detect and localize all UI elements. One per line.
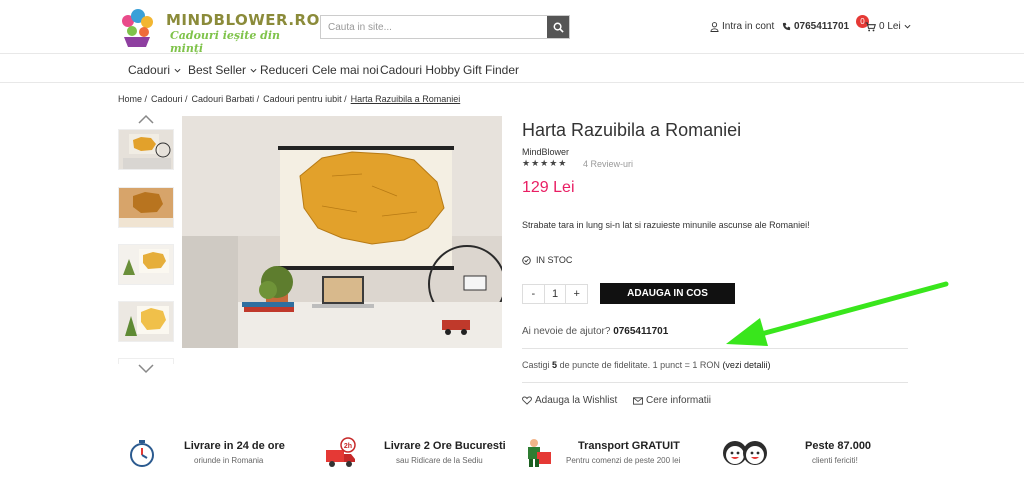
loyalty-info: Castigi 5 de puncte de fidelitate. 1 pun… — [522, 360, 770, 370]
search-icon — [553, 22, 564, 33]
delivery-truck-icon: 2h — [326, 437, 356, 467]
breadcrumb-item[interactable]: Cadouri pentru iubit / — [263, 94, 347, 104]
breadcrumb: Home / Cadouri / Cadouri Barbati / Cadou… — [118, 94, 460, 104]
search-input[interactable] — [321, 16, 547, 38]
gallery-thumbnail[interactable] — [118, 129, 174, 170]
logo-mark-icon — [122, 9, 153, 47]
quantity-stepper: - 1 + — [522, 284, 588, 304]
phone-icon — [782, 22, 791, 31]
divider — [522, 382, 908, 383]
help-phone-link[interactable]: 0765411701 — [613, 326, 668, 337]
site-logo[interactable]: MINDBLOWER.RO Cadouri ieșite din minți — [116, 7, 319, 55]
stock-status: IN STOC — [522, 255, 572, 265]
loyalty-points: 5 — [552, 360, 558, 370]
mail-icon — [633, 396, 643, 405]
happy-clients-icon — [723, 441, 767, 465]
courier-icon — [528, 439, 551, 467]
site-header: MINDBLOWER.RO Cadouri ieșite din minți I… — [0, 0, 1024, 55]
qty-decrease-button[interactable]: - — [523, 285, 544, 303]
help-text: Ai nevoie de ajutor? — [522, 326, 611, 337]
qty-input[interactable]: 1 — [543, 285, 567, 303]
loyalty-text: de puncte de fidelitate. 1 punct = 1 RON — [559, 360, 720, 370]
feature-delivery-2h: 2h Livrare 2 Ore Bucuresti sau Ridicare … — [324, 436, 514, 472]
thumbnail-image — [119, 245, 173, 284]
nav-item-label: Cele mai noi — [312, 63, 379, 77]
nav-item-label: Gift Finder — [463, 63, 520, 77]
reviews-link[interactable]: 4 Review-uri — [583, 159, 633, 169]
breadcrumb-current[interactable]: Harta Razuibila a Romaniei — [351, 94, 461, 104]
nav-item-cele-mai-noi[interactable]: Cele mai noi — [312, 63, 379, 77]
request-info-label: Cere informatii — [646, 395, 712, 406]
gallery-thumbnail[interactable] — [118, 187, 174, 228]
feature-subtitle: sau Ridicare de la Sediu — [396, 456, 483, 465]
feature-title: Peste 87.000 — [805, 440, 872, 452]
product-description: Strabate tara in lung si-n lat si razuie… — [522, 220, 810, 230]
chevron-down-icon — [174, 68, 181, 73]
loyalty-pre: Castigi — [522, 360, 550, 370]
nav-item-reduceri[interactable]: Reduceri — [260, 63, 308, 77]
product-photo — [182, 116, 502, 348]
thumbnail-image — [119, 188, 173, 227]
thumbnail-image — [119, 302, 173, 341]
feature-title: Livrare 2 Ore Bucuresti — [384, 440, 506, 452]
nav-item-cadouri-hobby[interactable]: Cadouri Hobby — [380, 63, 460, 77]
wishlist-label: Adauga la Wishlist — [535, 395, 618, 406]
rating-stars: ★★★★★ — [522, 158, 568, 168]
gallery-thumbnail[interactable] — [118, 244, 174, 285]
chevron-down-icon[interactable] — [138, 364, 154, 374]
thumbnail-image — [119, 130, 173, 169]
product-brand[interactable]: MindBlower — [522, 147, 569, 157]
feature-title: Livrare in 24 de ore — [184, 440, 285, 452]
feature-delivery-24h: Livrare in 24 de ore oriunde in Romania — [126, 436, 296, 472]
login-label: Intra in cont — [722, 21, 775, 32]
product-price: 129 Lei — [522, 179, 575, 196]
heart-icon — [522, 396, 532, 405]
chevron-up-icon[interactable] — [138, 114, 154, 124]
qty-increase-button[interactable]: + — [566, 285, 587, 303]
nav-item-label: Reduceri — [260, 63, 309, 77]
cart-icon — [865, 21, 876, 31]
annotation-arrow-icon — [726, 281, 949, 346]
chevron-down-icon — [250, 68, 257, 73]
feature-title: Transport GRATUIT — [578, 440, 680, 452]
loyalty-details-link[interactable]: (vezi detalii) — [722, 360, 770, 370]
cart-link[interactable]: 0 Lei — [865, 21, 911, 32]
breadcrumb-item[interactable]: Home / — [118, 94, 147, 104]
feature-happy-clients: Peste 87.000 clienti fericiti! — [720, 436, 880, 472]
breadcrumb-item[interactable]: Cadouri / — [151, 94, 188, 104]
feature-subtitle: clienti fericiti! — [812, 456, 858, 465]
request-info-link[interactable]: Cere informatii — [633, 395, 711, 406]
help-line: Ai nevoie de ajutor? 0765411701 — [522, 326, 668, 337]
search-button[interactable] — [547, 16, 569, 38]
nav-item-label: Cadouri Hobby — [380, 63, 461, 77]
header-phone: 0765411701 — [794, 21, 850, 32]
user-icon — [710, 21, 719, 32]
logo-title: MINDBLOWER.RO — [166, 11, 320, 29]
main-nav: Cadouri Best Seller Reduceri Cele mai no… — [0, 54, 1024, 83]
nav-item-gift-finder[interactable]: Gift Finder — [463, 63, 519, 77]
stopwatch-icon — [130, 440, 154, 467]
add-to-wishlist-link[interactable]: Adauga la Wishlist — [522, 395, 617, 406]
logo-tagline: Cadouri ieșite din minți — [170, 29, 281, 55]
stock-label: IN STOC — [536, 255, 573, 265]
nav-item-cadouri[interactable]: Cadouri — [128, 63, 181, 77]
product-title: Harta Razuibila a Romaniei — [522, 120, 742, 140]
cart-total: 0 Lei — [879, 21, 901, 32]
feature-subtitle: Pentru comenzi de peste 200 lei — [566, 456, 681, 465]
product-main-image[interactable] — [182, 116, 502, 348]
nav-item-label: Cadouri — [128, 63, 171, 77]
svg-text:2h: 2h — [344, 443, 352, 450]
login-link[interactable]: Intra in cont — [710, 21, 774, 32]
gallery-thumbnail[interactable] — [118, 301, 174, 342]
nav-item-best-seller[interactable]: Best Seller — [188, 63, 257, 77]
check-circle-icon — [522, 255, 531, 265]
feature-free-shipping: Transport GRATUIT Pentru comenzi de pest… — [520, 436, 700, 472]
header-phone-link[interactable]: 0765411701 — [782, 21, 849, 32]
add-to-cart-button[interactable]: ADAUGA IN COS — [600, 283, 735, 304]
search-bar — [320, 15, 570, 39]
nav-item-label: Best Seller — [188, 63, 247, 77]
chevron-down-icon — [904, 24, 911, 29]
feature-subtitle: oriunde in Romania — [194, 456, 264, 465]
breadcrumb-item[interactable]: Cadouri Barbati / — [192, 94, 260, 104]
